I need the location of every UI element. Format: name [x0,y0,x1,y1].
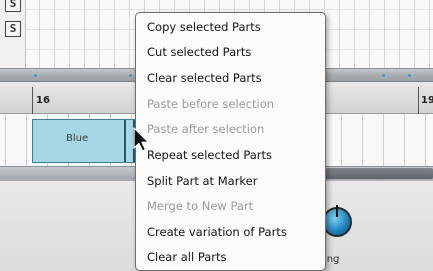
menu-item-split-part-at-marker[interactable]: Split Part at Marker [147,171,323,191]
menu-item-clear-all-parts[interactable]: Clear all Parts [147,247,323,267]
ruler-tick [32,87,33,114]
part-divider [124,120,126,162]
scroll-marker-dot [408,74,411,77]
menu-item-repeat-selected-parts[interactable]: Repeat selected Parts [147,145,323,165]
context-menu: Copy selected Parts Cut selected Parts C… [135,12,326,271]
arrow-pointer-icon [133,127,150,152]
scrollbar-thumb[interactable] [326,168,433,179]
menu-item-cut-selected-parts[interactable]: Cut selected Parts [147,42,323,62]
scroll-marker-dot [382,74,385,77]
solo-button[interactable]: S [5,21,21,37]
ruler-tick [418,87,419,114]
menu-item-copy-selected-parts[interactable]: Copy selected Parts [147,17,323,37]
knob-pointer-icon [336,205,338,217]
solo-button[interactable]: S [5,0,21,12]
scroll-marker-dot [34,74,37,77]
part-label: Blue [66,133,89,144]
menu-item-create-variation-of-parts[interactable]: Create variation of Parts [147,222,323,242]
scroll-marker-dot [129,74,132,77]
ruler-bar-number: 19 [421,95,433,106]
menu-item-clear-selected-parts[interactable]: Clear selected Parts [147,68,323,88]
menu-item-paste-after-selection[interactable]: Paste after selection [147,119,323,139]
menu-item-paste-before-selection[interactable]: Paste before selection [147,94,323,114]
ruler-bar-number: 16 [36,95,50,106]
menu-item-merge-to-new-part[interactable]: Merge to New Part [147,196,323,216]
